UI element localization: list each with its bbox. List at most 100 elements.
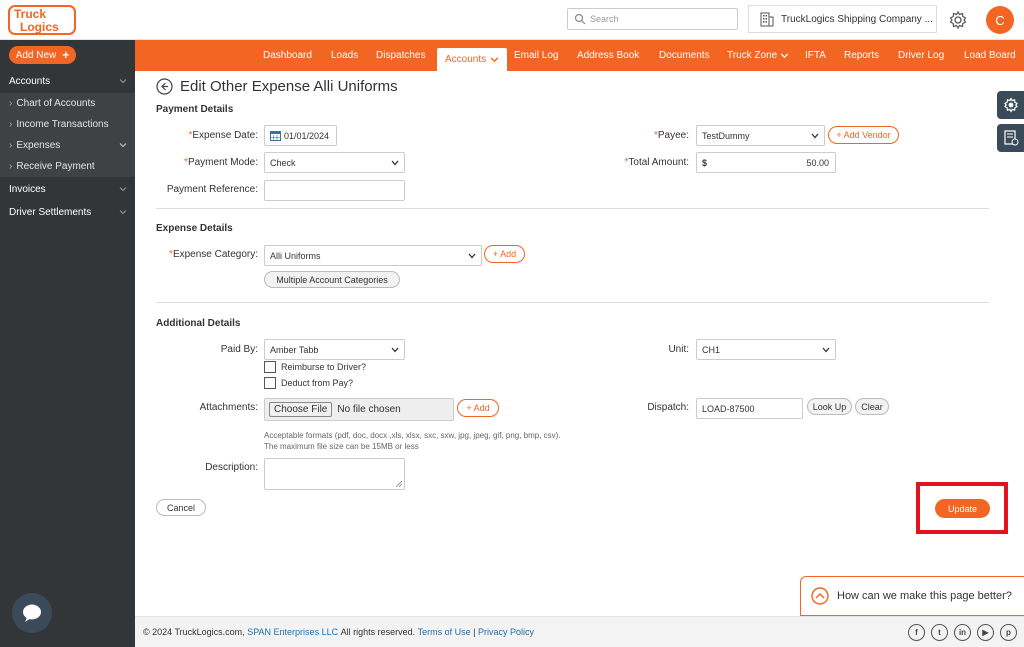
size-hint-text: The maximum file size can be 15MB or les… [264, 442, 419, 451]
nav-accounts[interactable]: Accounts [437, 48, 508, 71]
clear-button[interactable]: Clear [855, 398, 889, 415]
add-attachment-label: Add [473, 403, 490, 413]
user-avatar[interactable]: C [986, 6, 1014, 34]
privacy-link[interactable]: Privacy Policy [478, 627, 534, 637]
add-new-label: Add New [15, 49, 57, 61]
sidebar-item-label: Chart of Accounts [16, 98, 96, 109]
sidebar-item-receive-payment[interactable]: › Receive Payment [0, 156, 135, 177]
nav-reports[interactable]: Reports [844, 40, 879, 71]
company-selector[interactable]: TruckLogics Shipping Company ... [748, 5, 937, 33]
payment-mode-select[interactable]: Check [264, 152, 405, 173]
footer-separator: | [473, 627, 476, 637]
attachment-format-hint: Acceptable formats (pdf, doc, docx ,xls,… [264, 430, 561, 452]
nav-dispatches[interactable]: Dispatches [376, 40, 425, 71]
total-amount-input[interactable]: $ 50.00 [696, 152, 836, 173]
nav-truck-zone[interactable]: Truck Zone [727, 40, 789, 71]
paid-by-select[interactable]: Amber Tabb [264, 339, 405, 360]
resize-handle-icon[interactable] [396, 481, 402, 487]
formats-hint-text: Acceptable formats (pdf, doc, docx ,xls,… [264, 431, 561, 440]
nav-dashboard[interactable]: Dashboard [263, 40, 312, 71]
sidebar-item-expenses[interactable]: › Expenses [0, 135, 135, 156]
linkedin-icon[interactable]: in [954, 624, 971, 641]
multiple-account-categories-button[interactable]: Multiple Account Categories [264, 271, 400, 288]
deduct-label: Deduct from Pay? [281, 378, 354, 388]
gear-icon [1003, 97, 1018, 113]
dispatch-input[interactable]: LOAD-87500 [696, 398, 803, 419]
payee-select[interactable]: TestDummy [696, 125, 825, 146]
chevron-down-icon [391, 347, 399, 353]
chevron-up-circle-icon [811, 587, 829, 605]
payment-reference-input[interactable] [264, 180, 405, 201]
plus-icon: + [62, 48, 70, 62]
chat-button[interactable] [12, 593, 52, 633]
search-input[interactable]: Search [567, 8, 738, 30]
terms-link[interactable]: Terms of Use [418, 627, 471, 637]
sidebar-item-label: Driver Settlements [9, 207, 92, 218]
payment-reference-label: Payment Reference: [166, 184, 258, 195]
chevron-down-icon [119, 143, 127, 148]
update-button[interactable]: Update [935, 499, 990, 518]
nav-accounts-label: Accounts [445, 54, 487, 65]
youtube-icon[interactable]: ▶ [977, 624, 994, 641]
notes-history-button[interactable] [997, 124, 1024, 152]
chevron-down-icon [780, 53, 789, 59]
plus-icon: + [492, 249, 499, 259]
nav-address-book[interactable]: Address Book [577, 40, 639, 71]
company-link[interactable]: SPAN Enterprises LLC [247, 627, 338, 637]
choose-file-button[interactable]: Choose File [269, 402, 333, 417]
expense-date-label: *Expense Date: [188, 130, 258, 141]
feedback-widget[interactable]: How can we make this page better? [800, 576, 1024, 616]
sidebar-item-income-transactions[interactable]: › Income Transactions [0, 114, 135, 135]
payee-label: *Payee: [653, 130, 689, 141]
chevron-right-icon: › [9, 98, 13, 109]
pinterest-icon[interactable]: p [1000, 624, 1017, 641]
back-arrow-icon[interactable] [156, 78, 173, 95]
nav-loads[interactable]: Loads [331, 40, 358, 71]
nav-driver-log[interactable]: Driver Log [898, 40, 944, 71]
add-attachment-button[interactable]: + Add [457, 399, 499, 417]
search-icon [574, 13, 586, 25]
unit-select[interactable]: CH1 [696, 339, 836, 360]
sidebar-item-accounts[interactable]: Accounts [0, 71, 135, 92]
settings-gear-icon[interactable] [948, 10, 968, 30]
lookup-button[interactable]: Look Up [807, 398, 852, 415]
expense-category-select[interactable]: Alli Uniforms [264, 245, 482, 266]
description-label: Description: [205, 462, 258, 473]
nav-documents[interactable]: Documents [659, 40, 710, 71]
trucklogics-logo[interactable]: Truck Logics [8, 4, 78, 36]
deduct-from-pay-checkbox[interactable]: Deduct from Pay? [264, 377, 353, 389]
quick-settings-button[interactable] [997, 91, 1024, 119]
nav-email-log[interactable]: Email Log [514, 40, 558, 71]
building-icon [760, 12, 774, 27]
twitter-icon[interactable]: t [931, 624, 948, 641]
unit-label: Unit: [668, 344, 689, 355]
payment-mode-label: *Payment Mode: [184, 157, 258, 168]
facebook-icon[interactable]: f [908, 624, 925, 641]
rights-text: All rights reserved. [340, 627, 416, 637]
add-category-button[interactable]: + Add [484, 245, 525, 263]
attachments-label: Attachments: [199, 402, 258, 413]
add-new-button[interactable]: Add New + [9, 46, 76, 64]
chevron-down-icon [822, 347, 830, 353]
chevron-right-icon: › [9, 161, 13, 172]
chevron-right-icon: › [9, 119, 13, 130]
description-textarea[interactable] [264, 458, 405, 490]
cancel-button[interactable]: Cancel [156, 499, 206, 516]
plus-icon: + [836, 130, 842, 140]
reimburse-to-driver-checkbox[interactable]: Reimburse to Driver? [264, 361, 366, 373]
sidebar-item-driver-settlements[interactable]: Driver Settlements [0, 202, 135, 223]
nav-truck-zone-label: Truck Zone [727, 50, 778, 61]
copyright-text: © 2024 TruckLogics.com, [143, 627, 245, 637]
expense-date-field[interactable]: 01/01/2024 [264, 125, 337, 146]
file-input[interactable]: Choose File No file chosen [264, 398, 454, 421]
nav-ifta[interactable]: IFTA [805, 40, 826, 71]
feedback-label: How can we make this page better? [837, 590, 1012, 602]
payment-details-heading: Payment Details [156, 104, 234, 115]
checkbox-box[interactable] [264, 377, 276, 389]
nav-load-board[interactable]: Load Board [964, 40, 1016, 71]
sidebar-item-chart-of-accounts[interactable]: › Chart of Accounts [0, 93, 135, 114]
checkbox-box[interactable] [264, 361, 276, 373]
sidebar-item-invoices[interactable]: Invoices [0, 179, 135, 200]
add-vendor-button[interactable]: + Add Vendor [828, 126, 899, 144]
page-title-text: Edit Other Expense Alli Uniforms [180, 78, 398, 95]
